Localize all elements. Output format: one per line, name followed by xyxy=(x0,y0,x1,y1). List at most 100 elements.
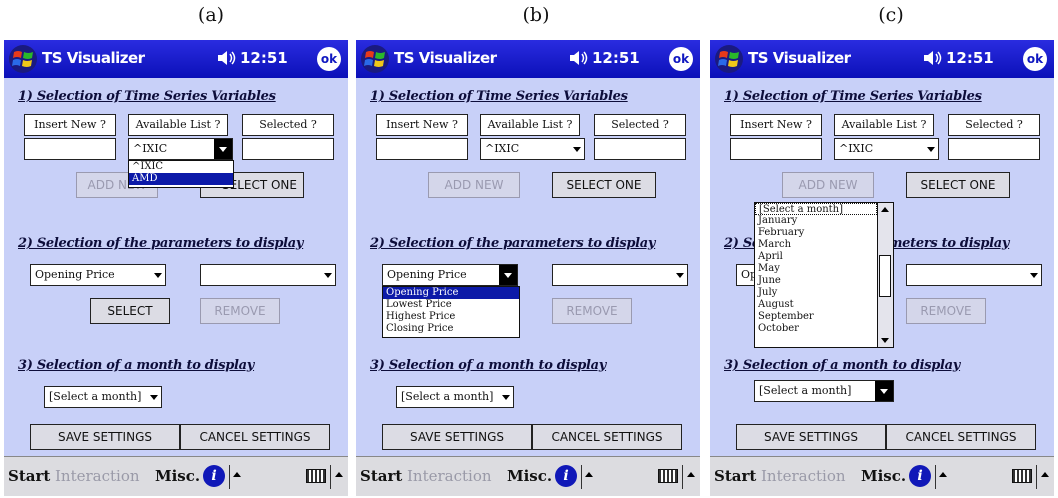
start-menu[interactable]: Start xyxy=(714,467,756,485)
list-item[interactable]: May xyxy=(755,263,893,275)
insert-new-input[interactable] xyxy=(24,138,116,160)
save-settings-button[interactable]: SAVE SETTINGS xyxy=(382,424,532,450)
cancel-settings-button[interactable]: CANCEL SETTINGS xyxy=(532,424,682,450)
list-item[interactable]: Lowest Price xyxy=(383,299,519,311)
ok-button[interactable]: ok xyxy=(669,47,693,71)
clock[interactable]: 12:51 xyxy=(592,49,640,67)
parameter-combo[interactable]: Opening Price xyxy=(382,264,518,286)
clock[interactable]: 12:51 xyxy=(946,49,994,67)
selected-parameter-combo[interactable] xyxy=(906,264,1042,286)
available-list-combo[interactable]: ^IXIC xyxy=(834,138,939,160)
scroll-down-icon[interactable] xyxy=(881,338,889,343)
remove-button[interactable]: REMOVE xyxy=(552,298,632,324)
section-1-heading: 1) Selection of Time Series Variables xyxy=(724,89,982,104)
available-list-combo[interactable]: ^IXIC xyxy=(480,138,585,160)
selected-input[interactable] xyxy=(948,138,1040,160)
cancel-settings-button[interactable]: CANCEL SETTINGS xyxy=(180,424,330,450)
chevron-down-icon[interactable] xyxy=(502,395,510,400)
save-settings-button[interactable]: SAVE SETTINGS xyxy=(736,424,886,450)
selected-input[interactable] xyxy=(242,138,334,160)
parameter-dropdown-list[interactable]: Opening Price Lowest Price Highest Price… xyxy=(382,286,520,338)
info-icon[interactable]: i xyxy=(555,465,577,487)
month-list-scrollbar[interactable] xyxy=(877,203,893,347)
interaction-menu[interactable]: Interaction xyxy=(55,467,140,485)
ok-button[interactable]: ok xyxy=(317,47,341,71)
cancel-settings-button[interactable]: CANCEL SETTINGS xyxy=(886,424,1036,450)
selected-input[interactable] xyxy=(594,138,686,160)
chevron-down-icon[interactable] xyxy=(150,395,158,400)
start-menu[interactable]: Start xyxy=(360,467,402,485)
misc-menu[interactable]: Misc. xyxy=(155,467,200,485)
save-settings-button[interactable]: SAVE SETTINGS xyxy=(30,424,180,450)
interaction-menu[interactable]: Interaction xyxy=(761,467,846,485)
list-item[interactable]: ^IXIC xyxy=(129,161,233,173)
add-new-button[interactable]: ADD NEW xyxy=(428,172,520,198)
insert-new-input[interactable] xyxy=(376,138,468,160)
info-icon[interactable]: i xyxy=(203,465,225,487)
list-item[interactable]: January xyxy=(755,215,893,227)
windows-start-icon[interactable] xyxy=(714,44,744,74)
start-menu[interactable]: Start xyxy=(8,467,50,485)
scroll-up-icon[interactable] xyxy=(881,207,889,212)
list-item[interactable]: April xyxy=(755,251,893,263)
windows-start-icon[interactable] xyxy=(8,44,38,74)
windows-start-icon[interactable] xyxy=(360,44,390,74)
misc-menu[interactable]: Misc. xyxy=(861,467,906,485)
info-icon[interactable]: i xyxy=(909,465,931,487)
chevron-down-icon[interactable] xyxy=(154,273,162,278)
keyboard-icon[interactable] xyxy=(306,469,326,483)
ok-button[interactable]: ok xyxy=(1023,47,1047,71)
month-combo[interactable]: [Select a month] xyxy=(396,386,514,408)
list-item[interactable]: [Select a month] xyxy=(755,203,877,215)
list-item[interactable]: September xyxy=(755,311,893,323)
chevron-down-icon[interactable] xyxy=(927,147,935,152)
chevron-down-icon[interactable] xyxy=(214,139,232,159)
list-item[interactable]: March xyxy=(755,239,893,251)
select-one-button[interactable]: SELECT ONE xyxy=(552,172,656,198)
insert-new-input[interactable] xyxy=(730,138,822,160)
remove-button[interactable]: REMOVE xyxy=(906,298,986,324)
chevron-down-icon[interactable] xyxy=(875,381,893,401)
add-new-button[interactable]: ADD NEW xyxy=(782,172,874,198)
scroll-thumb[interactable] xyxy=(879,255,891,297)
speaker-icon[interactable] xyxy=(216,48,238,68)
keyboard-icon[interactable] xyxy=(1012,469,1032,483)
select-one-button[interactable]: SELECT ONE xyxy=(906,172,1010,198)
list-item[interactable]: June xyxy=(755,275,893,287)
select-button[interactable]: SELECT xyxy=(90,298,170,324)
misc-menu[interactable]: Misc. xyxy=(507,467,552,485)
selected-parameter-combo[interactable] xyxy=(552,264,688,286)
list-item[interactable]: July xyxy=(755,287,893,299)
caret-up-icon[interactable] xyxy=(1041,472,1049,477)
list-item[interactable]: October xyxy=(755,323,893,335)
list-item[interactable]: Opening Price xyxy=(383,287,519,299)
interaction-menu[interactable]: Interaction xyxy=(407,467,492,485)
clock[interactable]: 12:51 xyxy=(240,49,288,67)
chevron-down-icon[interactable] xyxy=(1030,273,1038,278)
list-item[interactable]: AMD xyxy=(129,173,233,185)
chevron-down-icon[interactable] xyxy=(676,273,684,278)
month-dropdown-list[interactable]: [Select a month] January February March … xyxy=(754,202,894,348)
chevron-down-icon[interactable] xyxy=(573,147,581,152)
selected-parameter-combo[interactable] xyxy=(200,264,336,286)
available-dropdown-list[interactable]: ^IXIC AMD xyxy=(128,160,234,188)
list-item[interactable]: Highest Price xyxy=(383,311,519,323)
list-item[interactable]: August xyxy=(755,299,893,311)
speaker-icon[interactable] xyxy=(568,48,590,68)
caret-up-icon[interactable] xyxy=(585,472,593,477)
caret-up-icon[interactable] xyxy=(687,472,695,477)
list-item[interactable]: Closing Price xyxy=(383,323,519,335)
month-combo[interactable]: [Select a month] xyxy=(754,380,894,402)
chevron-down-icon[interactable] xyxy=(324,273,332,278)
caret-up-icon[interactable] xyxy=(335,472,343,477)
caret-up-icon[interactable] xyxy=(233,472,241,477)
speaker-icon[interactable] xyxy=(922,48,944,68)
list-item[interactable]: February xyxy=(755,227,893,239)
keyboard-icon[interactable] xyxy=(658,469,678,483)
caret-up-icon[interactable] xyxy=(939,472,947,477)
available-list-combo[interactable]: ^IXIC xyxy=(128,138,233,160)
remove-button[interactable]: REMOVE xyxy=(200,298,280,324)
parameter-combo[interactable]: Opening Price xyxy=(30,264,166,286)
month-combo[interactable]: [Select a month] xyxy=(44,386,162,408)
chevron-down-icon[interactable] xyxy=(499,265,517,285)
